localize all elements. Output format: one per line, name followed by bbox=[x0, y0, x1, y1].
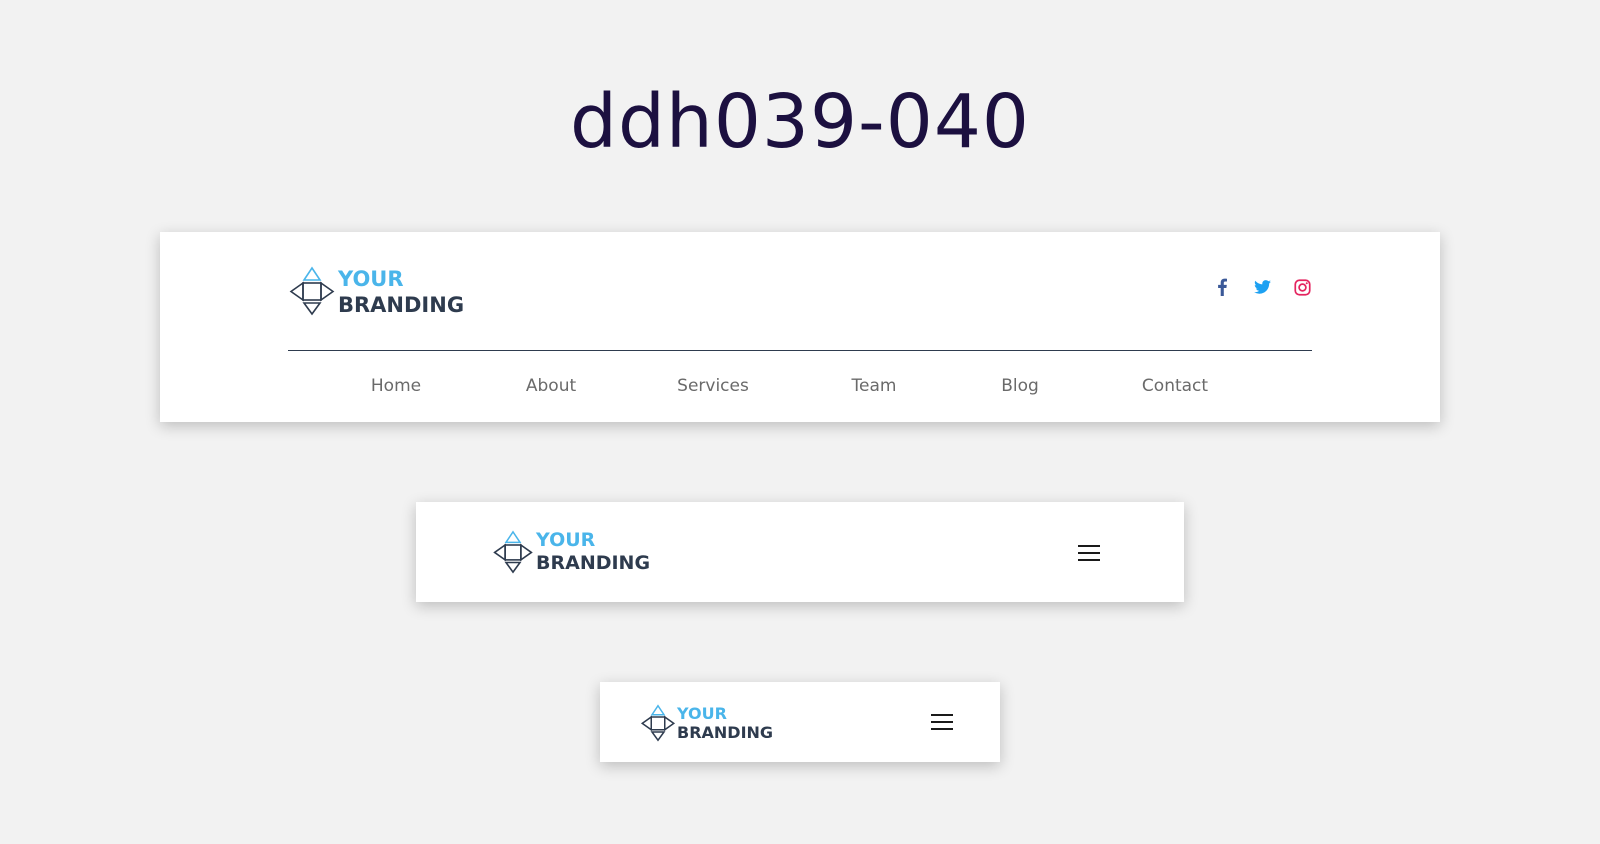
nav-item-about[interactable]: About bbox=[526, 372, 576, 400]
facebook-link[interactable] bbox=[1212, 277, 1232, 297]
logo-mark-icon bbox=[289, 266, 335, 316]
hamburger-menu-icon[interactable] bbox=[931, 711, 953, 733]
nav-item-team[interactable]: Team bbox=[852, 372, 897, 400]
twitter-link[interactable] bbox=[1252, 277, 1272, 297]
brand-logo[interactable]: YOUR BRANDING bbox=[492, 528, 650, 575]
brand-line-your: YOUR bbox=[536, 529, 596, 551]
brand-line-branding: BRANDING bbox=[536, 552, 651, 574]
brand-line-your: YOUR bbox=[338, 267, 404, 291]
page-title: ddh039-040 bbox=[569, 79, 1031, 165]
logo-mark-icon bbox=[493, 529, 533, 573]
brand-line-branding: BRANDING bbox=[677, 723, 774, 742]
brand-logo[interactable]: YOUR BRANDING bbox=[288, 264, 464, 318]
nav-item-contact[interactable]: Contact bbox=[1142, 372, 1208, 400]
instagram-icon bbox=[1293, 278, 1311, 296]
nav-item-blog[interactable]: Blog bbox=[1001, 372, 1039, 400]
main-nav: Home About Services Team Blog Contact bbox=[160, 372, 1440, 402]
brand-logo[interactable]: YOUR BRANDING bbox=[640, 703, 773, 742]
social-links bbox=[1212, 277, 1312, 297]
facebook-icon bbox=[1218, 278, 1227, 296]
brand-line-your: YOUR bbox=[677, 704, 727, 723]
header-tablet: YOUR BRANDING bbox=[416, 502, 1184, 602]
nav-item-home[interactable]: Home bbox=[371, 372, 421, 400]
nav-item-services[interactable]: Services bbox=[677, 372, 749, 400]
header-mobile: YOUR BRANDING bbox=[600, 682, 1000, 762]
header-divider bbox=[288, 350, 1312, 351]
instagram-link[interactable] bbox=[1292, 277, 1312, 297]
twitter-icon bbox=[1253, 280, 1271, 294]
brand-line-branding: BRANDING bbox=[338, 293, 465, 317]
header-desktop: YOUR BRANDING Home About Services Team B… bbox=[160, 232, 1440, 422]
logo-mark-icon bbox=[640, 703, 676, 742]
hamburger-menu-icon[interactable] bbox=[1078, 542, 1100, 564]
